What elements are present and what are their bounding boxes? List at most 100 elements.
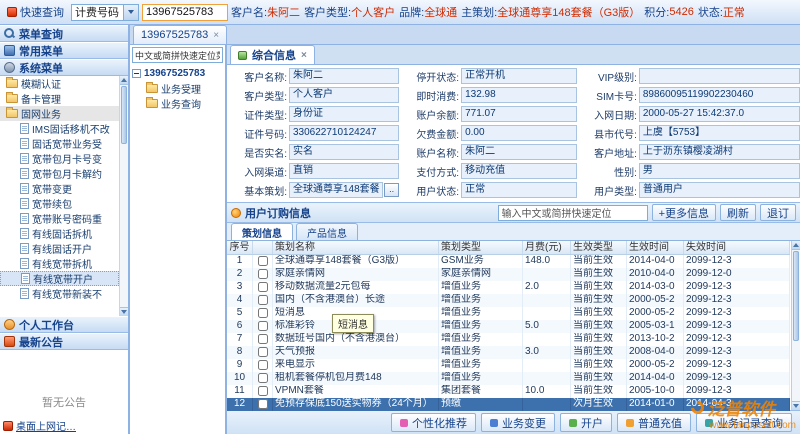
row-number: 6 [227,320,253,333]
sidebar-tree-item[interactable]: 宽带包月卡号变 [0,151,119,166]
form-field-value: 2000-05-27 15:42:37.0 [639,106,800,122]
table-row[interactable]: 5 短消息 增值业务 当前生效 2000-05-2 2099-12-3 [227,307,790,320]
action-button[interactable]: 个性化推荐 [391,413,476,432]
lookup-button[interactable]: .. [384,183,399,197]
sidebar-tree-scrollbar[interactable] [119,76,128,316]
action-button-label: 普通充值 [638,415,682,431]
table-row[interactable]: 6 标准彩铃 增值业务 5.0 当前生效 2005-03-1 2099-12-3 [227,320,790,333]
action-button[interactable]: 开户 [560,413,612,432]
sidebar-tree-item[interactable]: 宽带账号密码重 [0,211,119,226]
scroll-down-button[interactable] [120,307,128,316]
menu-locator-input[interactable] [132,47,223,63]
sidebar-bottom-link[interactable]: 桌面上网记… [3,418,76,433]
form-field-label: 停开状态: [401,69,459,84]
table-scrollbar[interactable] [791,241,800,410]
form-field: 基本策划: 全球通尊享148套餐 .. [229,182,399,198]
scroll-down-button[interactable] [792,401,800,410]
row-number: 10 [227,372,253,385]
person-icon [4,319,15,330]
sidebar-section-system-menu[interactable]: 系统菜单 [0,59,128,76]
row-select-checkbox[interactable] [258,308,268,318]
row-select-checkbox[interactable] [258,373,268,383]
header-plan-type[interactable]: 策划类型 [439,241,523,254]
header-plan-name[interactable]: 策划名称 [273,241,439,254]
header-effect-type[interactable]: 生效类型 [571,241,627,254]
table-row[interactable]: 2 家庭亲情网 家庭亲情网 当前生效 2010-04-0 2099-12-0 [227,268,790,281]
monthly-fee: 2.0 [523,281,571,294]
row-select-checkbox[interactable] [258,399,268,409]
row-select-checkbox[interactable] [258,269,268,279]
document-icon [20,138,29,149]
table-row[interactable]: 3 移动数据流量2元包每 增值业务 2.0 当前生效 2014-03-0 209… [227,281,790,294]
billing-number-select[interactable]: 计费号码 [71,4,139,21]
field-value: 5426 [669,6,693,18]
header-seq[interactable]: 序号 [227,241,253,254]
tab-comprehensive-info[interactable]: 综合信息 × [230,45,315,64]
close-icon[interactable]: × [301,50,307,61]
sidebar-tree-item[interactable]: 宽带包月卡解约 [0,166,119,181]
workspace-tab[interactable]: 13967525783 × [133,25,227,44]
collapse-icon[interactable] [132,69,141,78]
action-button[interactable]: 业务变更 [481,413,555,432]
sidebar-tree-item[interactable]: 有线宽带拆机 [0,256,119,271]
quick-query-button[interactable]: 快速查询 [3,3,68,21]
table-row[interactable]: 7 数据班号国内（不含港澳台） 增值业务 当前生效 2013-10-2 2099… [227,333,790,346]
row-select-checkbox[interactable] [258,386,268,396]
sidebar-tree-item[interactable]: 有线宽带开户 [0,271,119,286]
sidebar-tree-item[interactable]: 宽带变更 [0,181,119,196]
order-locator-input[interactable] [498,205,648,221]
row-select-checkbox[interactable] [258,321,268,331]
sidebar-tree-item[interactable]: 固网业务 [0,106,119,121]
close-icon[interactable]: × [213,30,219,41]
scroll-up-button[interactable] [792,241,800,250]
plan-name: 天气预报 [273,346,439,359]
sidebar-tree-item[interactable]: 有线宽带新装不 [0,286,119,301]
header-expire-date[interactable]: 失效时间 [684,241,790,254]
sidebar-section-announcements[interactable]: 最新公告 [0,333,128,350]
header-select[interactable] [253,241,273,254]
form-field-value: 132.98 [461,87,577,103]
scroll-up-button[interactable] [120,76,128,85]
refresh-button[interactable]: 刷新 [720,204,756,221]
table-row[interactable]: 11 VPMN套餐 集团套餐 10.0 当前生效 2005-10-0 2099-… [227,385,790,398]
scrollbar-thumb[interactable] [121,86,127,144]
sidebar-tree-item[interactable]: IMS固话移机不改 [0,121,119,136]
table-row[interactable]: 9 来电显示 增值业务 当前生效 2000-05-2 2099-12-3 [227,359,790,372]
row-select-checkbox[interactable] [258,334,268,344]
sidebar-section-common-menu[interactable]: 常用菜单 [0,42,128,59]
select-dropdown-button[interactable] [123,5,138,20]
sidebar-tree-item[interactable]: 有线固话开户 [0,241,119,256]
scrollbar-thumb[interactable] [793,251,799,341]
sidebar-tree-item[interactable]: 宽带续包 [0,196,119,211]
table-row[interactable]: 1 全球通尊享148套餐（G3版） GSM业务 148.0 当前生效 2014-… [227,255,790,268]
table-row[interactable]: 10 租机套餐停机包月费148 增值业务 当前生效 2014-04-0 2099… [227,372,790,385]
tree-item-label: 模糊认证 [21,76,61,91]
table-row[interactable]: 8 天气预报 增值业务 3.0 当前生效 2008-04-0 2099-12-3 [227,346,790,359]
row-select-checkbox[interactable] [258,282,268,292]
unsubscribe-button[interactable]: 退订 [760,204,796,221]
action-button[interactable]: 普通充值 [617,413,691,432]
order-tab[interactable]: 产品信息 [296,223,358,240]
row-select-checkbox[interactable] [258,295,268,305]
order-tab[interactable]: 策划信息 [231,223,293,240]
form-field-value: 上虞【5753】 [639,125,800,141]
table-row[interactable]: 4 国内（不含港澳台）长途 增值业务 当前生效 2000-05-2 2099-1… [227,294,790,307]
header-effective-date[interactable]: 生效时间 [627,241,684,254]
sidebar-section-workbench[interactable]: 个人工作台 [0,316,128,333]
header-monthly-fee[interactable]: 月费(元) [523,241,571,254]
sidebar-tree-item[interactable]: 有线固话拆机 [0,226,119,241]
row-select-checkbox[interactable] [258,347,268,357]
more-info-button[interactable]: +更多信息 [652,204,716,221]
nav-tree-item[interactable]: 业务查询 [132,96,223,111]
row-select-checkbox[interactable] [258,256,268,266]
sidebar-tree-item[interactable]: 备卡管理 [0,91,119,106]
nav-tree-item[interactable]: 业务受理 [132,81,223,96]
action-button[interactable]: 业务记录查询 [696,413,792,432]
billing-number-input[interactable] [142,4,228,21]
row-select-checkbox[interactable] [258,360,268,370]
sidebar-tree-item[interactable]: 固话宽带业务受 [0,136,119,151]
sidebar-tree-item[interactable]: 模糊认证 [0,76,119,91]
nav-tree-root[interactable]: 13967525783 [132,66,223,81]
sidebar-section-menu-query[interactable]: 菜单查询 [0,25,128,42]
table-row[interactable]: 12 免预存保底150送实物券（24个月） 预缴 次月生效 2014-01-0 … [227,398,790,411]
